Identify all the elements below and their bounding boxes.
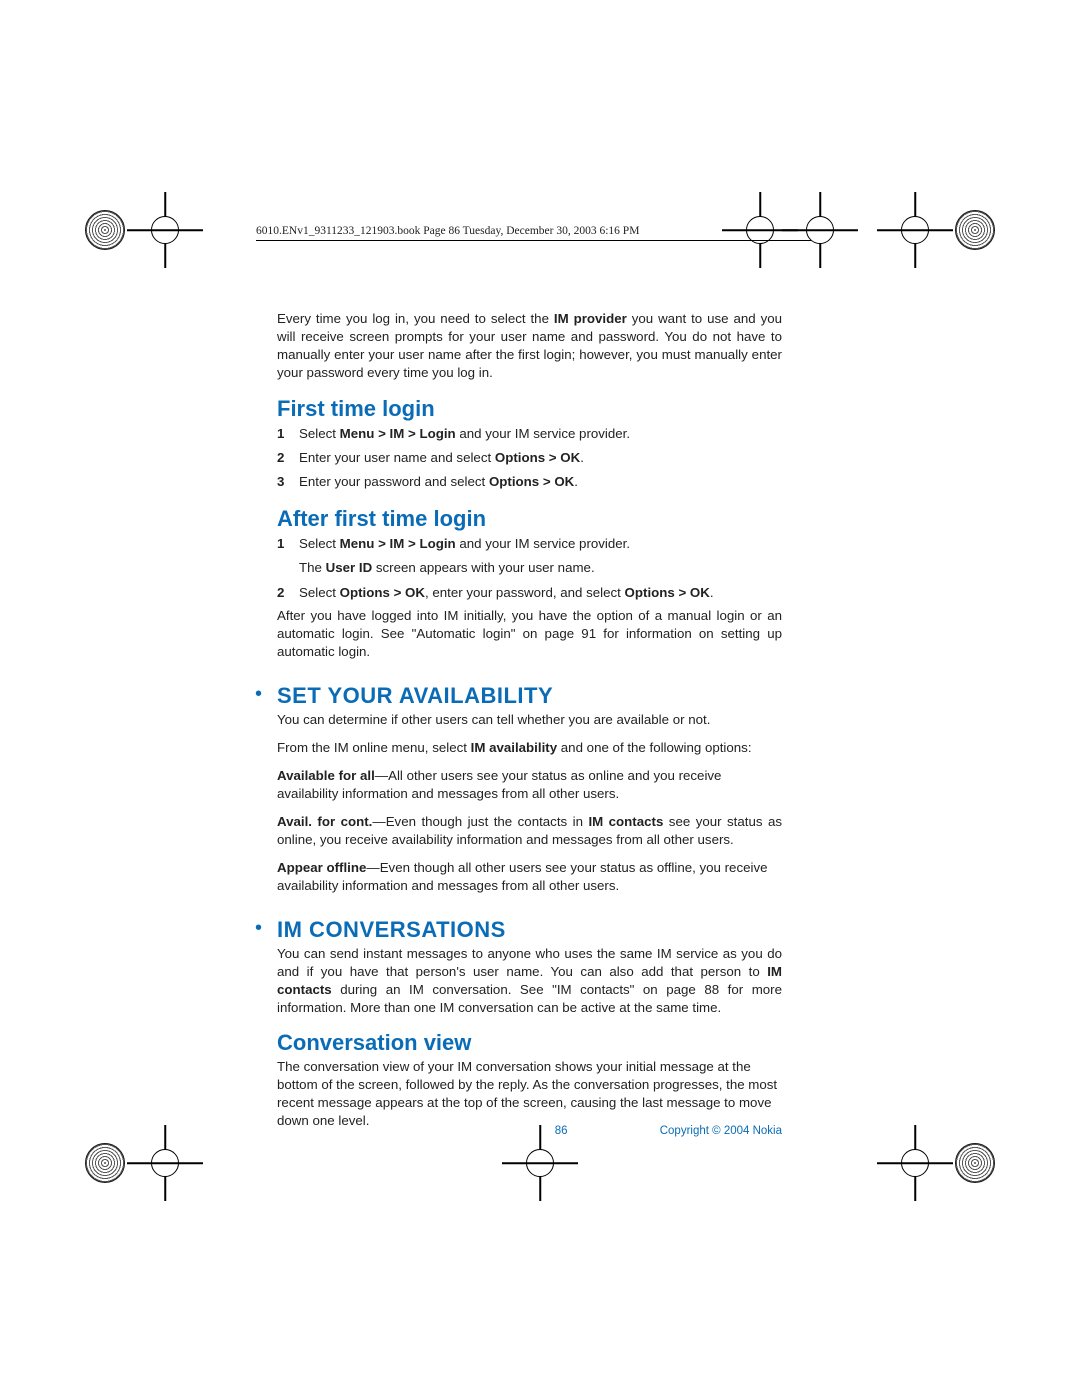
bold-term: Options > OK (340, 585, 425, 600)
text: and one of the following options: (557, 740, 751, 755)
paragraph: The conversation view of your IM convers… (277, 1058, 782, 1130)
heading-conversation-view: Conversation view (277, 1030, 782, 1056)
page-content: Every time you log in, you need to selec… (277, 310, 782, 1115)
text: . (574, 474, 578, 489)
text: . (580, 450, 584, 465)
step-number: 3 (277, 472, 299, 492)
step-row: 3 Enter your password and select Options… (277, 472, 782, 492)
step-row: 2 Select Options > OK, enter your passwo… (277, 583, 782, 603)
text: , enter your password, and select (425, 585, 625, 600)
bold-term: User ID (326, 560, 373, 575)
text: Select (299, 426, 340, 441)
page-header-meta: 6010.ENv1_9311233_121903.book Page 86 Tu… (256, 225, 811, 241)
bold-term: Avail. for cont. (277, 814, 372, 829)
step-row: 1 Select Menu > IM > Login and your IM s… (277, 424, 782, 444)
step-number: 1 (277, 534, 299, 554)
crop-texture-icon (955, 1143, 995, 1183)
bold-term: Options > OK (495, 450, 580, 465)
step-body: Select Menu > IM > Login and your IM ser… (299, 424, 782, 444)
crop-cross-icon (145, 210, 185, 250)
paragraph: From the IM online menu, select IM avail… (277, 739, 782, 757)
option-paragraph: Appear offline—Even though all other use… (277, 859, 782, 895)
paragraph: After you have logged into IM initially,… (277, 607, 782, 661)
text: and your IM service provider. (456, 426, 630, 441)
crop-texture-icon (85, 210, 125, 250)
bold-term: Options > OK (489, 474, 574, 489)
crop-cross-icon (145, 1143, 185, 1183)
step-substep: The User ID screen appears with your use… (299, 558, 782, 578)
step-body: Select Options > OK, enter your password… (299, 583, 782, 603)
step-row: 1 Select Menu > IM > Login and your IM s… (277, 534, 782, 554)
bold-term: Menu > IM > Login (340, 426, 456, 441)
heading-first-time-login: First time login (277, 396, 782, 422)
heading-after-first-login: After first time login (277, 506, 782, 532)
bullet-icon: • (255, 683, 262, 705)
step-body: Select Menu > IM > Login and your IM ser… (299, 534, 782, 554)
bullet-icon: • (255, 917, 262, 939)
text: and your IM service provider. (456, 536, 630, 551)
text: during an IM conversation. See "IM conta… (277, 982, 782, 1015)
bold-term: Available for all (277, 768, 375, 783)
paragraph: You can determine if other users can tel… (277, 711, 782, 729)
heading-set-availability: SET YOUR AVAILABILITY (277, 683, 782, 709)
step-row: 2 Enter your user name and select Option… (277, 448, 782, 468)
text: Select (299, 585, 340, 600)
text: . (710, 585, 714, 600)
crop-texture-icon (955, 210, 995, 250)
intro-paragraph: Every time you log in, you need to selec… (277, 310, 782, 382)
text: Enter your user name and select (299, 450, 495, 465)
bold-term: IM provider (554, 311, 627, 326)
step-body: Enter your password and select Options >… (299, 472, 782, 492)
step-number: 1 (277, 424, 299, 444)
bold-term: Appear offline (277, 860, 366, 875)
crop-cross-icon (520, 1143, 560, 1183)
bold-term: Menu > IM > Login (340, 536, 456, 551)
crop-cross-icon (895, 1143, 935, 1183)
text: —Even though just the contacts in (372, 814, 588, 829)
text: You can send instant messages to anyone … (277, 946, 782, 979)
bold-term: IM availability (471, 740, 557, 755)
text: Every time you log in, you need to selec… (277, 311, 554, 326)
text: Enter your password and select (299, 474, 489, 489)
option-paragraph: Available for all—All other users see yo… (277, 767, 782, 803)
crop-cross-icon (895, 210, 935, 250)
step-number: 2 (277, 448, 299, 468)
option-paragraph: Avail. for cont.—Even though just the co… (277, 813, 782, 849)
text: Select (299, 536, 340, 551)
text: The (299, 560, 326, 575)
step-body: Enter your user name and select Options … (299, 448, 782, 468)
crop-texture-icon (85, 1143, 125, 1183)
page-number: 86 (555, 1125, 568, 1137)
copyright-text: Copyright © 2004 Nokia (660, 1125, 782, 1137)
text: From the IM online menu, select (277, 740, 471, 755)
paragraph: You can send instant messages to anyone … (277, 945, 782, 1017)
heading-im-conversations: IM CONVERSATIONS (277, 917, 782, 943)
bold-term: Options > OK (625, 585, 710, 600)
step-number: 2 (277, 583, 299, 603)
text: screen appears with your user name. (372, 560, 594, 575)
bold-term: IM contacts (588, 814, 663, 829)
